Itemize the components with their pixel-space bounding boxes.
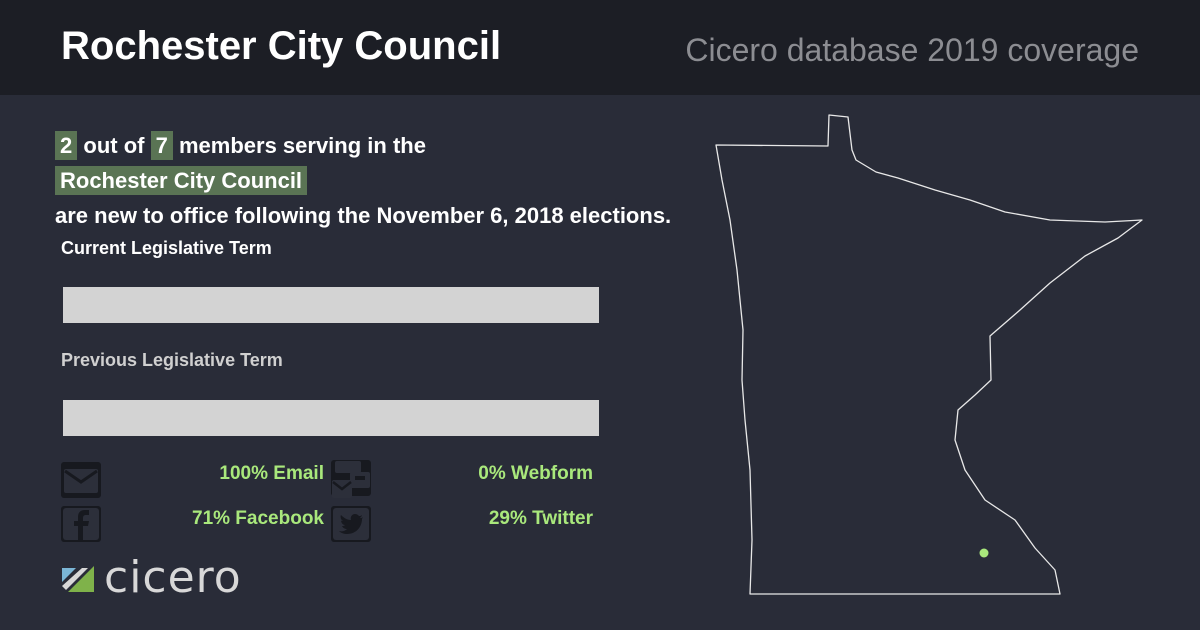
summary-line-2: Rochester City Council [55,163,671,198]
location-dot [979,548,989,558]
state-outline [715,114,1143,595]
envelope-icon [61,462,101,498]
body-name: Rochester City Council [55,166,308,195]
out-of-text: out of [83,133,145,158]
cicero-logo: cicero [62,552,241,603]
webform-icon [331,460,371,498]
current-term-label: Current Legislative Term [61,238,272,258]
twitter-icon [331,506,371,542]
page-subtitle: Cicero database 2019 coverage [685,32,1139,68]
facebook-stat: 71% Facebook [192,508,324,529]
total-count: 7 [150,131,173,160]
cicero-logo-mark [62,566,94,592]
members-text: members serving in the [178,133,426,158]
current-term-bar [63,287,599,323]
facebook-icon [61,506,101,542]
page-title: Rochester City Council [61,24,502,68]
previous-term-bar [63,400,599,436]
summary-text: 2 out of 7 members serving in the Roches… [55,128,671,233]
previous-term-label: Previous Legislative Term [61,350,283,370]
state-map [715,114,1143,595]
webform-stat: 0% Webform [478,463,593,484]
header-bar: Rochester City Council Cicero database 2… [0,0,1200,95]
new-count: 2 [55,131,78,160]
summary-line-3: are new to office following the November… [55,198,671,233]
logo-wordmark: cicero [104,552,242,603]
twitter-stat: 29% Twitter [488,508,593,529]
summary-line-1: 2 out of 7 members serving in the [55,128,671,163]
email-stat: 100% Email [219,463,324,484]
tail-text: are new to office following the November… [55,203,672,228]
